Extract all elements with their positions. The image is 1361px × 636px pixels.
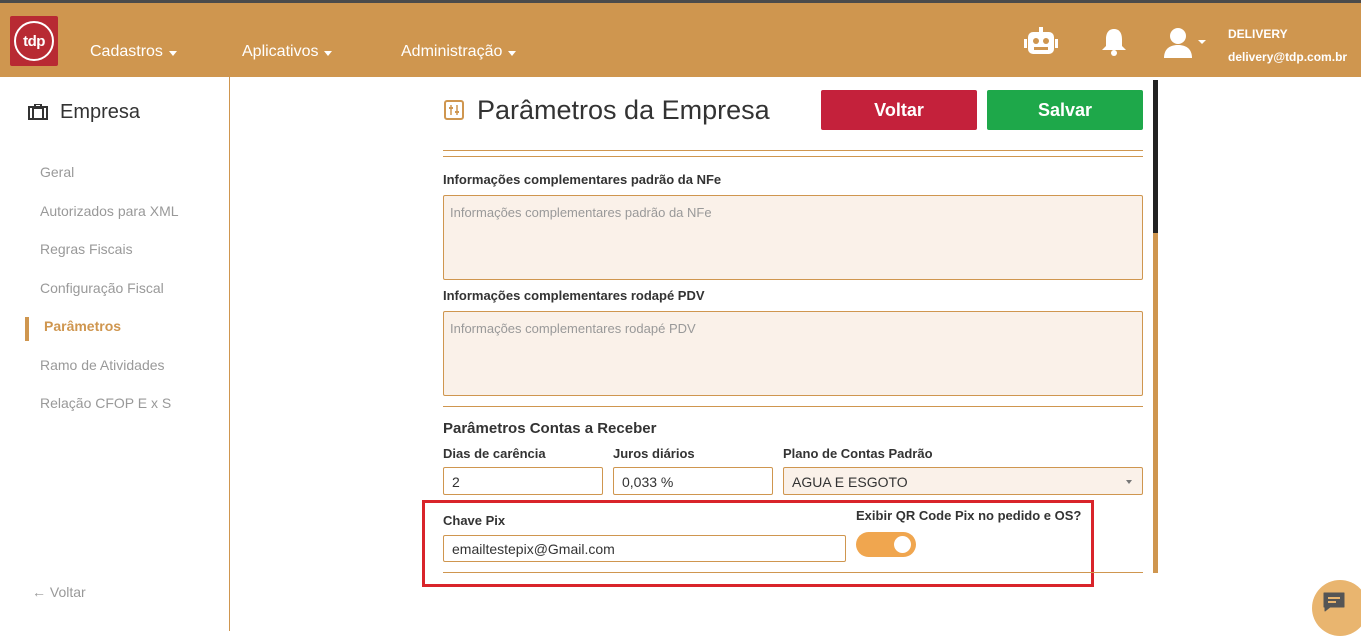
bell-icon[interactable] xyxy=(1101,27,1127,61)
pdv-info-textarea[interactable]: Informações complementares rodapé PDV xyxy=(443,311,1143,396)
grace-days-input[interactable]: 2 xyxy=(443,467,603,495)
sliders-icon xyxy=(444,100,464,120)
user-email: delivery@tdp.com.br xyxy=(1228,50,1348,64)
sidebar-item-parametros[interactable]: Parâmetros xyxy=(44,318,121,334)
chevron-down-icon xyxy=(324,50,333,56)
nav-administracao-label: Administração xyxy=(401,43,503,60)
user-name: DELIVERY xyxy=(1228,27,1288,41)
back-button[interactable]: Voltar xyxy=(821,90,977,130)
pix-qr-toggle[interactable] xyxy=(856,532,916,557)
chat-button[interactable] xyxy=(1312,580,1361,636)
company-logo[interactable]: tdp xyxy=(10,16,58,66)
divider xyxy=(443,150,1143,151)
sidebar: Empresa Geral Autorizados para XML Regra… xyxy=(0,77,230,631)
sidebar-back-label: Voltar xyxy=(49,584,86,600)
logo-text: tdp xyxy=(14,21,54,61)
robot-icon[interactable] xyxy=(1024,27,1058,61)
scrollbar-thumb[interactable] xyxy=(1153,80,1158,233)
chevron-down-icon xyxy=(168,50,177,56)
divider xyxy=(443,156,1143,157)
chart-of-accounts-value: AGUA E ESGOTO xyxy=(792,474,908,490)
receivables-section-title: Parâmetros Contas a Receber xyxy=(443,420,657,437)
briefcase-icon xyxy=(28,103,48,124)
nav-cadastros-label: Cadastros xyxy=(90,43,163,60)
nav-administracao[interactable]: Administração xyxy=(401,43,517,61)
top-navbar: tdp Cadastros Aplicativos Administração xyxy=(0,0,1361,77)
arrow-left-icon: ← xyxy=(32,584,50,600)
nav-cadastros[interactable]: Cadastros xyxy=(90,43,177,61)
chart-of-accounts-select[interactable]: AGUA E ESGOTO xyxy=(783,467,1143,495)
pix-qr-label: Exibir QR Code Pix no pedido e OS? xyxy=(856,508,1082,523)
nfe-info-label: Informações complementares padrão da NFe xyxy=(443,172,722,187)
chart-of-accounts-label: Plano de Contas Padrão xyxy=(783,446,933,461)
sidebar-item-regras-fiscais[interactable]: Regras Fiscais xyxy=(40,241,133,257)
chevron-down-icon xyxy=(508,50,517,56)
sidebar-back-link[interactable]: ← Voltar xyxy=(32,584,86,600)
active-indicator xyxy=(25,317,29,341)
save-button[interactable]: Salvar xyxy=(987,90,1143,130)
toggle-knob xyxy=(894,536,911,553)
user-icon[interactable] xyxy=(1163,27,1211,63)
daily-interest-label: Juros diários xyxy=(613,446,695,461)
sidebar-title: Empresa xyxy=(60,101,141,123)
nav-aplicativos-label: Aplicativos xyxy=(242,43,319,60)
pdv-info-label: Informações complementares rodapé PDV xyxy=(443,288,705,303)
divider xyxy=(443,406,1143,407)
chat-icon xyxy=(1322,591,1346,617)
pix-key-input[interactable]: emailtestepix@Gmail.com xyxy=(443,535,846,562)
page-title: Parâmetros da Empresa xyxy=(477,95,770,125)
sidebar-item-autorizados-xml[interactable]: Autorizados para XML xyxy=(40,203,179,219)
chevron-down-icon xyxy=(1126,480,1132,484)
sidebar-item-ramo-atividades[interactable]: Ramo de Atividades xyxy=(40,357,165,373)
divider xyxy=(443,572,1143,573)
grace-days-label: Dias de carência xyxy=(443,446,546,461)
sidebar-item-geral[interactable]: Geral xyxy=(40,164,74,180)
nfe-info-textarea[interactable]: Informações complementares padrão da NFe xyxy=(443,195,1143,280)
pix-key-label: Chave Pix xyxy=(443,513,506,528)
nav-aplicativos[interactable]: Aplicativos xyxy=(242,43,333,61)
sidebar-item-relacao-cfop[interactable]: Relação CFOP E x S xyxy=(40,395,171,411)
sidebar-item-configuracao-fiscal[interactable]: Configuração Fiscal xyxy=(40,280,164,296)
daily-interest-input[interactable]: 0,033 % xyxy=(613,467,773,495)
